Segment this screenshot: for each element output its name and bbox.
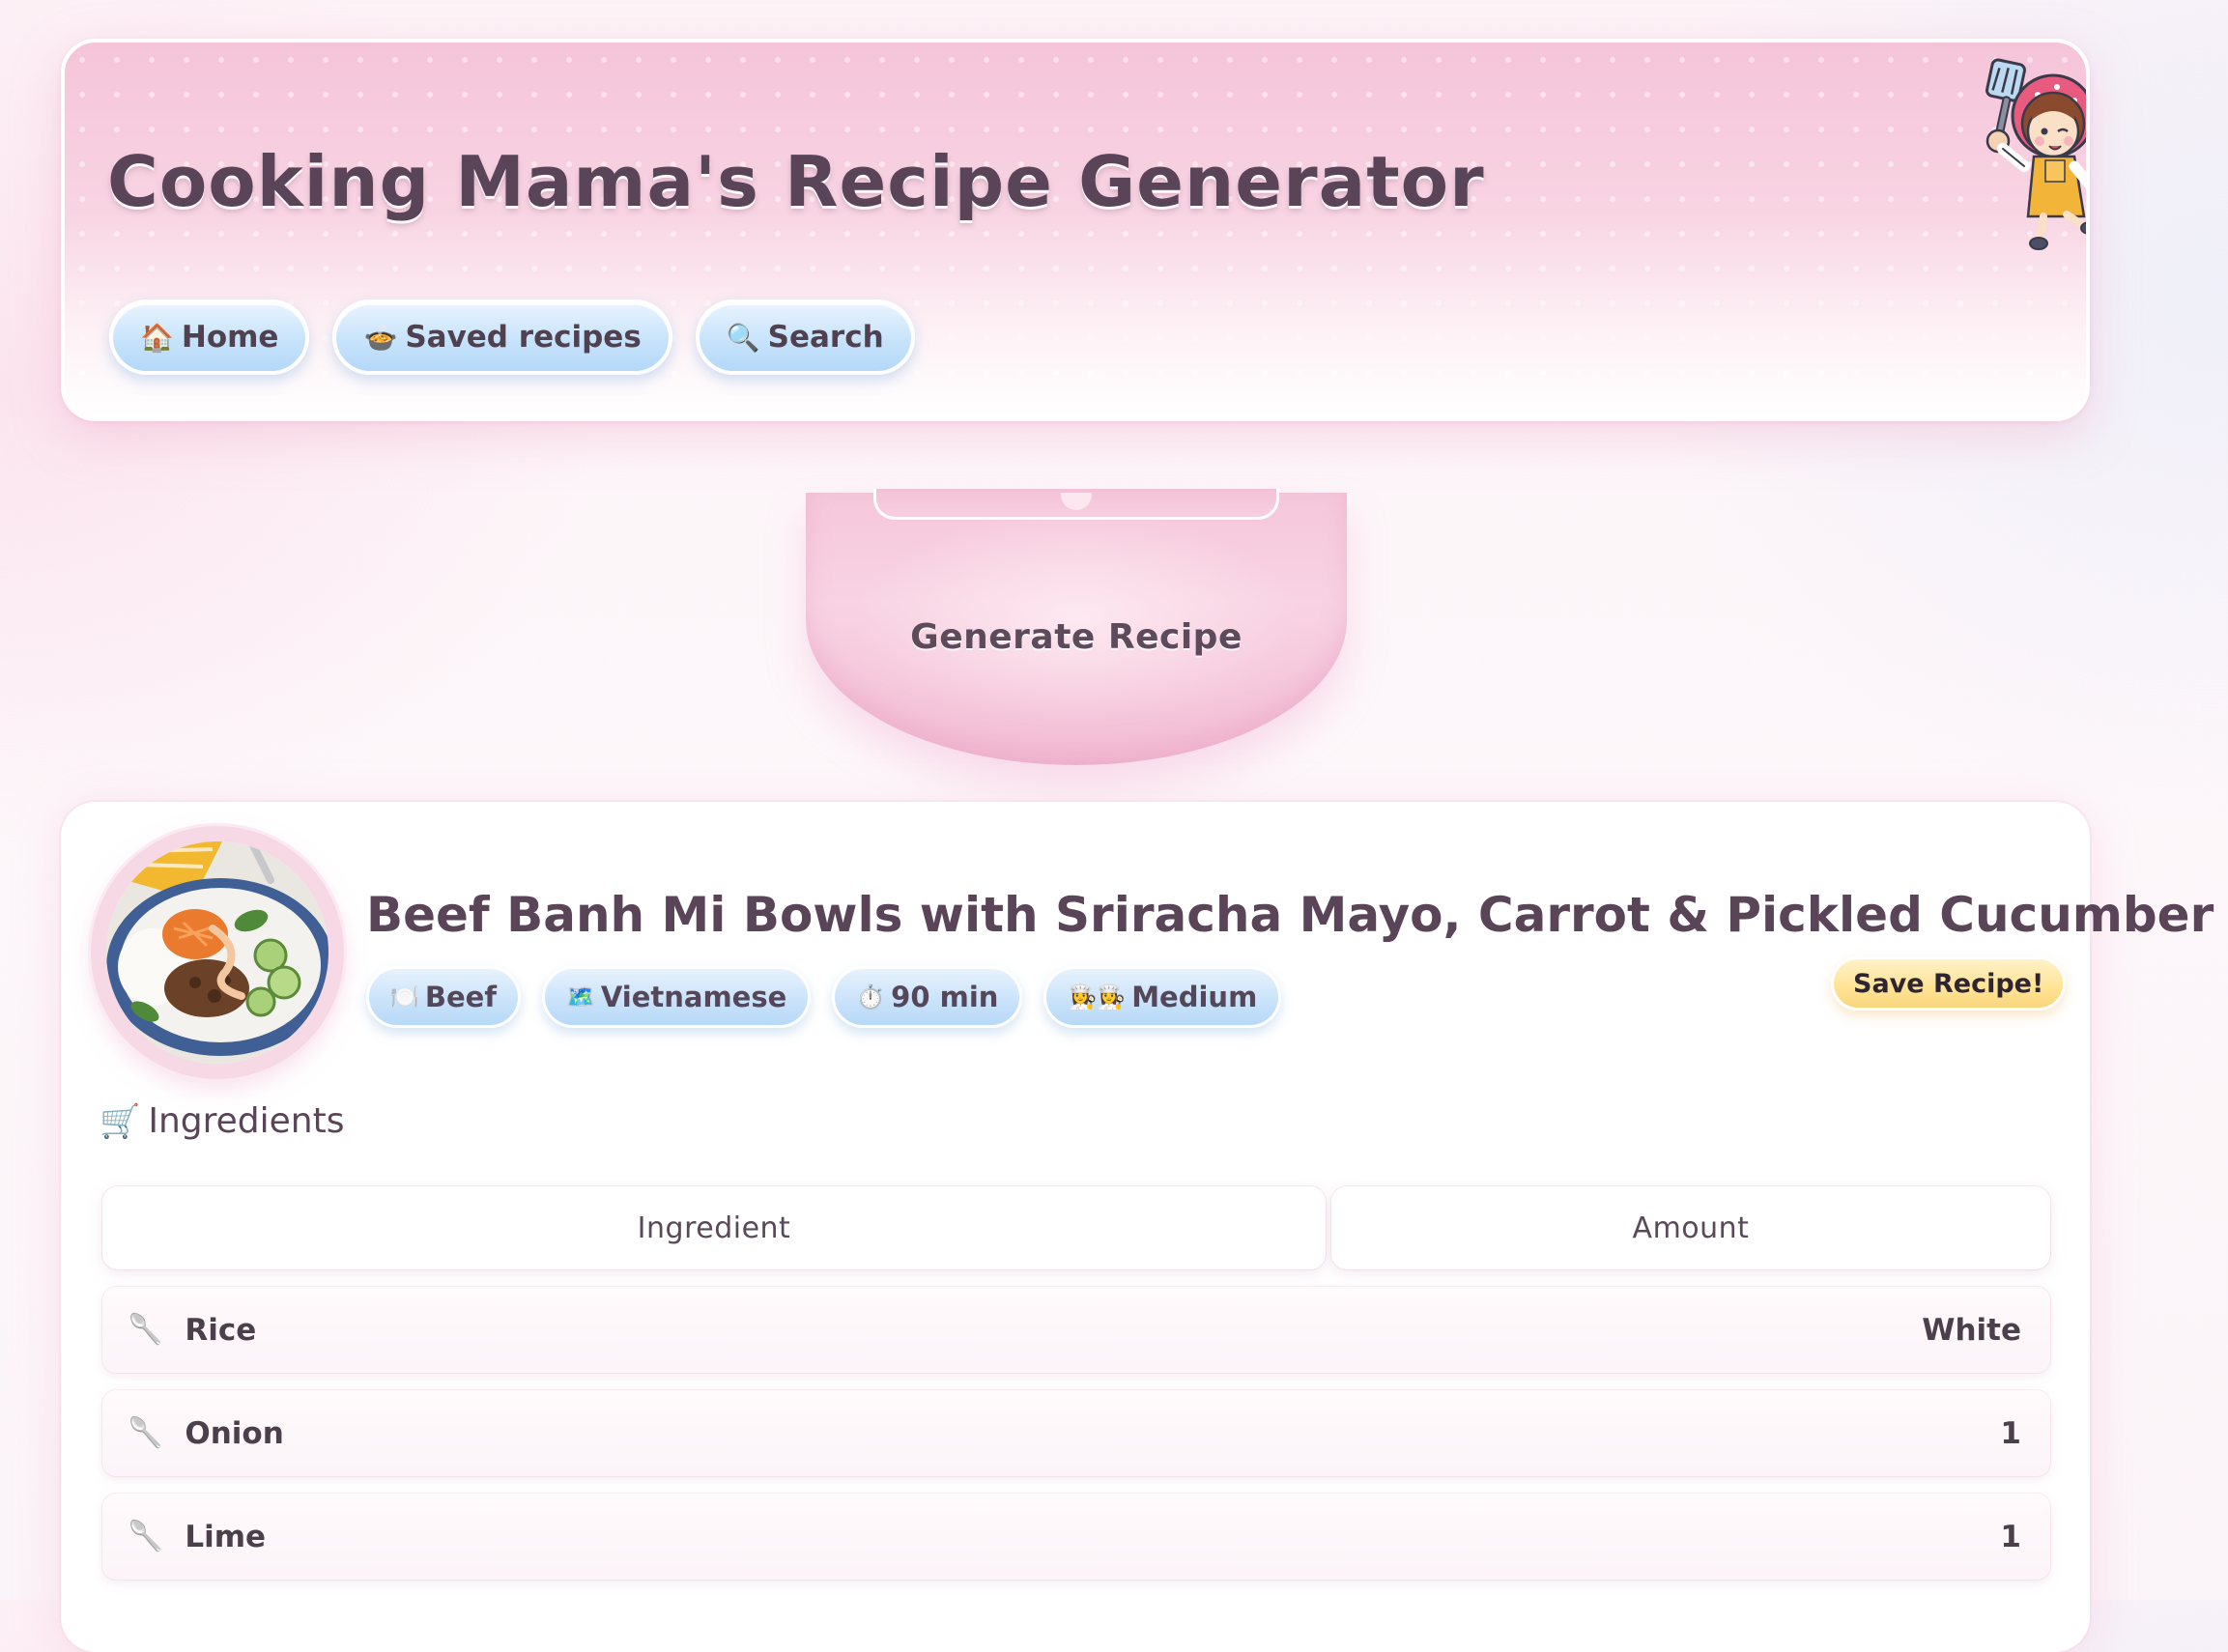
tag-difficulty[interactable]: 👩‍🍳👩‍🍳 Medium xyxy=(1043,966,1282,1028)
magnifier-icon: 🔍 xyxy=(726,321,760,354)
recipe-title: Beef Banh Mi Bowls with Sriracha Mayo, C… xyxy=(366,887,2214,943)
tag-cuisine[interactable]: 🗺️ Vietnamese xyxy=(541,966,812,1028)
recipe-card: Beef Banh Mi Bowls with Sriracha Mayo, C… xyxy=(61,802,2214,1652)
generate-recipe-container: Generate Recipe xyxy=(806,489,1347,765)
ingredients-heading-label: Ingredients xyxy=(148,1101,345,1141)
ingredients-heading: 🛒 Ingredients xyxy=(100,1101,344,1141)
cart-icon: 🛒 xyxy=(100,1101,141,1141)
tag-cuisine-label: Vietnamese xyxy=(600,981,787,1013)
ingredient-amount: 1 xyxy=(2000,1519,2021,1554)
header-card: Cooking Mama's Recipe Generator 🏠 Home 🍲… xyxy=(61,39,2090,421)
ingredient-amount: 1 xyxy=(2000,1415,2021,1451)
nav-home-button[interactable]: 🏠 Home xyxy=(109,299,310,375)
map-icon: 🗺️ xyxy=(565,983,595,1011)
tag-time-label: 90 min xyxy=(891,981,999,1013)
main-nav: 🏠 Home 🍲 Saved recipes 🔍 Search xyxy=(109,299,915,375)
bowl-icon: 🍲 xyxy=(363,321,398,354)
spoon-icon: 🥄 xyxy=(128,1313,164,1347)
cooking-mama-mascot xyxy=(1985,58,2086,250)
table-row: 🥄 Onion 1 xyxy=(102,1390,2050,1476)
tag-protein[interactable]: 🍽️ Beef xyxy=(366,966,521,1028)
ingredient-amount: White xyxy=(1922,1312,2021,1348)
tag-time[interactable]: ⏱️ 90 min xyxy=(832,966,1023,1028)
nav-search-button[interactable]: 🔍 Search xyxy=(695,299,915,375)
nav-search-label: Search xyxy=(767,320,884,355)
stopwatch-icon: ⏱️ xyxy=(856,983,886,1011)
table-row: 🥄 Rice White xyxy=(102,1287,2050,1373)
ingredients-table: Ingredient Amount 🥄 Rice White 🥄 Onion 1 xyxy=(102,1186,2050,1580)
column-header-ingredient: Ingredient xyxy=(102,1186,1326,1269)
ingredient-name: Rice xyxy=(185,1312,257,1348)
plate-cutlery-icon: 🍽️ xyxy=(390,983,419,1011)
spoon-icon: 🥄 xyxy=(128,1416,164,1450)
column-header-amount: Amount xyxy=(1331,1186,2050,1269)
house-icon: 🏠 xyxy=(140,321,174,354)
spoon-icon: 🥄 xyxy=(128,1520,164,1553)
recipe-tags: 🍽️ Beef 🗺️ Vietnamese ⏱️ 90 min 👩‍🍳👩‍🍳 M… xyxy=(366,966,1282,1028)
nav-home-label: Home xyxy=(181,320,279,355)
chef-icon: 👩‍🍳👩‍🍳 xyxy=(1068,983,1127,1011)
nav-saved-recipes-label: Saved recipes xyxy=(405,320,642,355)
save-recipe-button[interactable]: Save Recipe! xyxy=(1831,956,2067,1011)
table-header: Ingredient Amount xyxy=(102,1186,2050,1269)
nav-saved-recipes-button[interactable]: 🍲 Saved recipes xyxy=(332,299,672,375)
table-row: 🥄 Lime 1 xyxy=(102,1494,2050,1580)
generate-recipe-button[interactable]: Generate Recipe xyxy=(806,493,1347,765)
ingredient-name: Onion xyxy=(185,1415,284,1451)
dish-illustration xyxy=(106,841,328,1064)
tag-difficulty-label: Medium xyxy=(1131,981,1258,1013)
tag-protein-label: Beef xyxy=(424,981,497,1013)
dish-photo xyxy=(91,826,344,1079)
app-title: Cooking Mama's Recipe Generator xyxy=(107,141,1485,222)
ingredient-name: Lime xyxy=(185,1519,267,1554)
generate-recipe-label: Generate Recipe xyxy=(910,616,1243,657)
table-body: 🥄 Rice White 🥄 Onion 1 🥄 Lime 1 xyxy=(102,1287,2050,1580)
